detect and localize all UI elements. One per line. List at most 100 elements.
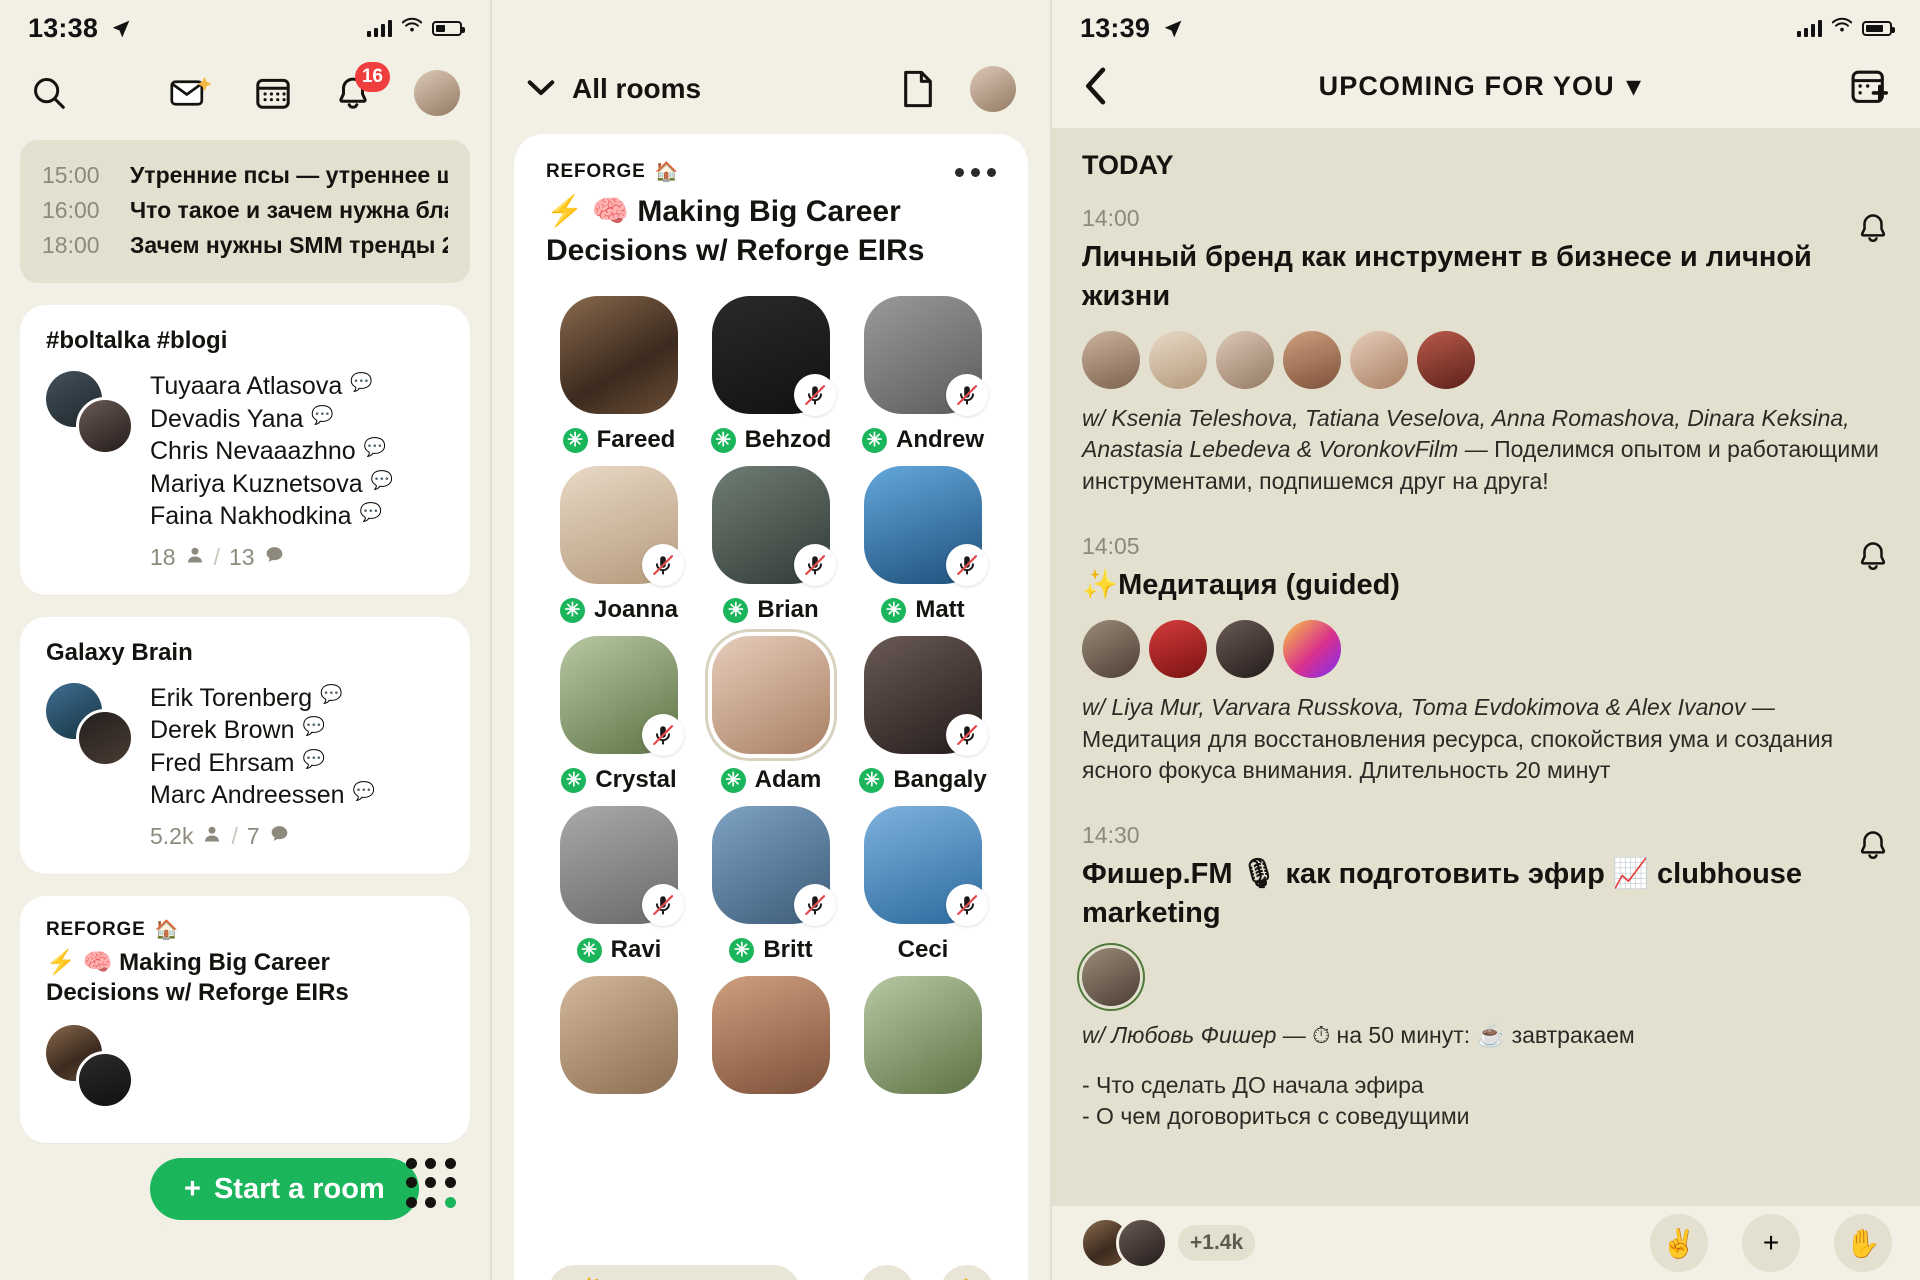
speech-bubble-icon: 💬 — [302, 748, 325, 769]
house-icon: 🏠 — [154, 919, 180, 941]
schedule-time: 15:00 — [42, 162, 100, 188]
list-item[interactable]: 16:00 Что такое и зачем нужна благотв... — [42, 193, 448, 228]
upcoming-events-list[interactable]: TODAY 14:00 Личный бренд как инструмент … — [1052, 128, 1920, 1248]
room-card-body — [46, 1023, 444, 1119]
participant-name: Bangaly — [893, 766, 987, 793]
left-status-time-group: 13:38 — [28, 13, 131, 44]
speech-bubble-icon: 💬 — [363, 437, 387, 458]
list-item[interactable]: 18:00 Зачем нужны SMM тренды 2021?... — [42, 228, 448, 263]
house-icon: 🏠 — [654, 162, 680, 183]
room-counts: 18 / 13 — [150, 544, 393, 571]
upcoming-title-dropdown[interactable]: UPCOMING FOR YOU ▾ — [1319, 71, 1642, 102]
list-item: Devadis Yana 💬 — [150, 404, 393, 435]
participant-cell[interactable]: ✳ Crystal — [546, 636, 692, 794]
schedule-title: Утренние псы — утреннее шоу #1 — [130, 162, 448, 188]
member-name: Derek Brown — [150, 716, 295, 744]
more-options-icon[interactable] — [955, 160, 996, 177]
raise-hand-button[interactable]: ✋ — [1834, 1214, 1892, 1272]
listener-overflow-count: +1.4k — [1178, 1225, 1256, 1261]
list-item: Chris Nevaaazhno 💬 — [150, 436, 393, 467]
event-description: w/ Liya Mur, Varvara Russkova, Toma Evdo… — [1082, 692, 1890, 786]
participant-cell[interactable]: ✳ Fareed — [546, 296, 692, 454]
right-status-indicators — [1797, 17, 1895, 39]
document-icon[interactable] — [900, 69, 936, 109]
leave-quietly-button[interactable]: ✌️ — [1650, 1214, 1708, 1272]
member-name: Mariya Kuznetsova — [150, 469, 363, 498]
add-event-icon[interactable] — [1850, 66, 1890, 106]
participant-cell[interactable] — [850, 976, 996, 1094]
upcoming-nav: UPCOMING FOR YOU ▾ — [1052, 56, 1920, 128]
avatar[interactable] — [970, 66, 1016, 112]
participant-avatar-wrap — [560, 976, 678, 1094]
avatar — [76, 397, 134, 455]
room-card[interactable]: Galaxy Brain Erik Torenberg 💬 Derek Brown… — [20, 616, 470, 874]
muted-mic-icon — [642, 714, 684, 756]
participant-name-row: ✳ Andrew — [861, 426, 984, 454]
grid-view-toggle-icon[interactable] — [406, 1158, 458, 1210]
participant-cell[interactable]: Ceci — [850, 806, 996, 964]
participant-cell[interactable]: ✳ Joanna — [546, 466, 692, 624]
participant-cell[interactable]: ✳ Brian — [698, 466, 844, 624]
event-item[interactable]: 14:05 ✨Медитация (guided) w/ Liya Mur, V… — [1052, 523, 1920, 812]
participant-avatar-wrap — [712, 466, 836, 586]
raised-hand-icon: ✋ — [1845, 1227, 1881, 1259]
list-item[interactable]: 15:00 Утренние псы — утреннее шоу #1 — [42, 158, 448, 193]
participants-grid: ✳ Fareed ✳ Behzod ✳ Andrew ✳ Joanna ✳ Br… — [546, 296, 996, 1094]
avatar — [1283, 331, 1341, 390]
speaker-count: 13 — [228, 543, 255, 570]
event-item[interactable]: 14:30 Фишер.FM 🎙 как подготовить эфир 📈 … — [1052, 812, 1920, 1158]
leave-quietly-button[interactable]: ✌️ Leave quietly — [548, 1265, 800, 1280]
status-time: 13:39 — [1080, 12, 1151, 43]
participant-name-row: ✳ Joanna — [559, 596, 678, 624]
avatar — [712, 976, 830, 1094]
participant-cell[interactable]: ✳ Ravi — [546, 806, 692, 964]
room-header: All rooms — [492, 56, 1050, 134]
participant-name-row: ✳ Behzod — [710, 426, 831, 454]
listeners-avatars[interactable]: +1.4k — [1080, 1217, 1256, 1269]
participant-cell[interactable]: ✳ Behzod — [698, 296, 844, 454]
left-panel-hallway: 13:38 16 15:00 Утренние псы — утреннее ш… — [0, 0, 490, 1280]
schedule-time: 18:00 — [42, 232, 100, 258]
invite-plus-button[interactable]: + — [1742, 1214, 1800, 1272]
participant-name: Crystal — [595, 766, 677, 793]
person-icon — [202, 823, 222, 850]
avatar — [1116, 1217, 1168, 1269]
listener-count: 5.2k — [150, 822, 194, 849]
participant-cell[interactable] — [698, 976, 844, 1094]
calendar-icon[interactable] — [254, 74, 292, 112]
participant-name-row: ✳ Ravi — [576, 936, 662, 964]
all-rooms-button[interactable]: All rooms — [526, 73, 701, 105]
bell-icon[interactable] — [1856, 539, 1890, 578]
participant-cell[interactable] — [546, 976, 692, 1094]
search-icon[interactable] — [30, 74, 68, 112]
event-item[interactable]: 14:00 Личный бренд как инструмент в бизн… — [1052, 195, 1920, 523]
bell-icon[interactable]: 16 — [334, 62, 390, 112]
raise-hand-button[interactable]: ✋ — [940, 1265, 994, 1280]
status-time: 13:38 — [28, 12, 99, 43]
participant-cell[interactable]: ✳ Britt — [698, 806, 844, 964]
participant-cell[interactable]: ✳ Matt — [850, 466, 996, 624]
room-card-reforge[interactable]: REFORGE 🏠 ⚡ 🧠 Making Big Career Decision… — [20, 895, 470, 1143]
participant-name: Matt — [915, 596, 965, 623]
muted-mic-icon — [946, 544, 988, 586]
event-title: ✨Медитация (guided) — [1082, 568, 1400, 601]
start-a-room-button[interactable]: + Start a room — [150, 1158, 419, 1220]
back-chevron-icon[interactable] — [1082, 66, 1110, 106]
participant-cell[interactable]: ✳ Andrew — [850, 296, 996, 454]
chevron-down-icon: ▾ — [1626, 70, 1642, 101]
middle-panel-room: All rooms REFORGE 🏠 ⚡ 🧠 Making Big Caree… — [490, 0, 1050, 1280]
participant-name: Ravi — [610, 936, 662, 963]
bell-icon[interactable] — [1856, 211, 1890, 250]
room-counts: 5.2k / 7 — [150, 823, 375, 850]
participant-name-row: ✳ Crystal — [561, 766, 677, 794]
bell-icon[interactable] — [1856, 828, 1890, 867]
room-card[interactable]: #boltalka #blogi Tuyaara Atlasova 💬 Devad… — [20, 305, 470, 595]
peace-hand-icon: ✌️ — [1661, 1227, 1697, 1259]
participant-cell-active[interactable]: ✳ Adam — [698, 636, 844, 794]
schedule-strip[interactable]: 15:00 Утренние псы — утреннее шоу #1 16:… — [20, 140, 470, 283]
location-arrow-icon — [111, 19, 131, 44]
invite-plus-button[interactable]: + — [860, 1265, 914, 1280]
participant-cell[interactable]: ✳ Bangaly — [850, 636, 996, 794]
avatar[interactable] — [414, 70, 460, 116]
invite-envelope-icon[interactable] — [170, 75, 212, 111]
